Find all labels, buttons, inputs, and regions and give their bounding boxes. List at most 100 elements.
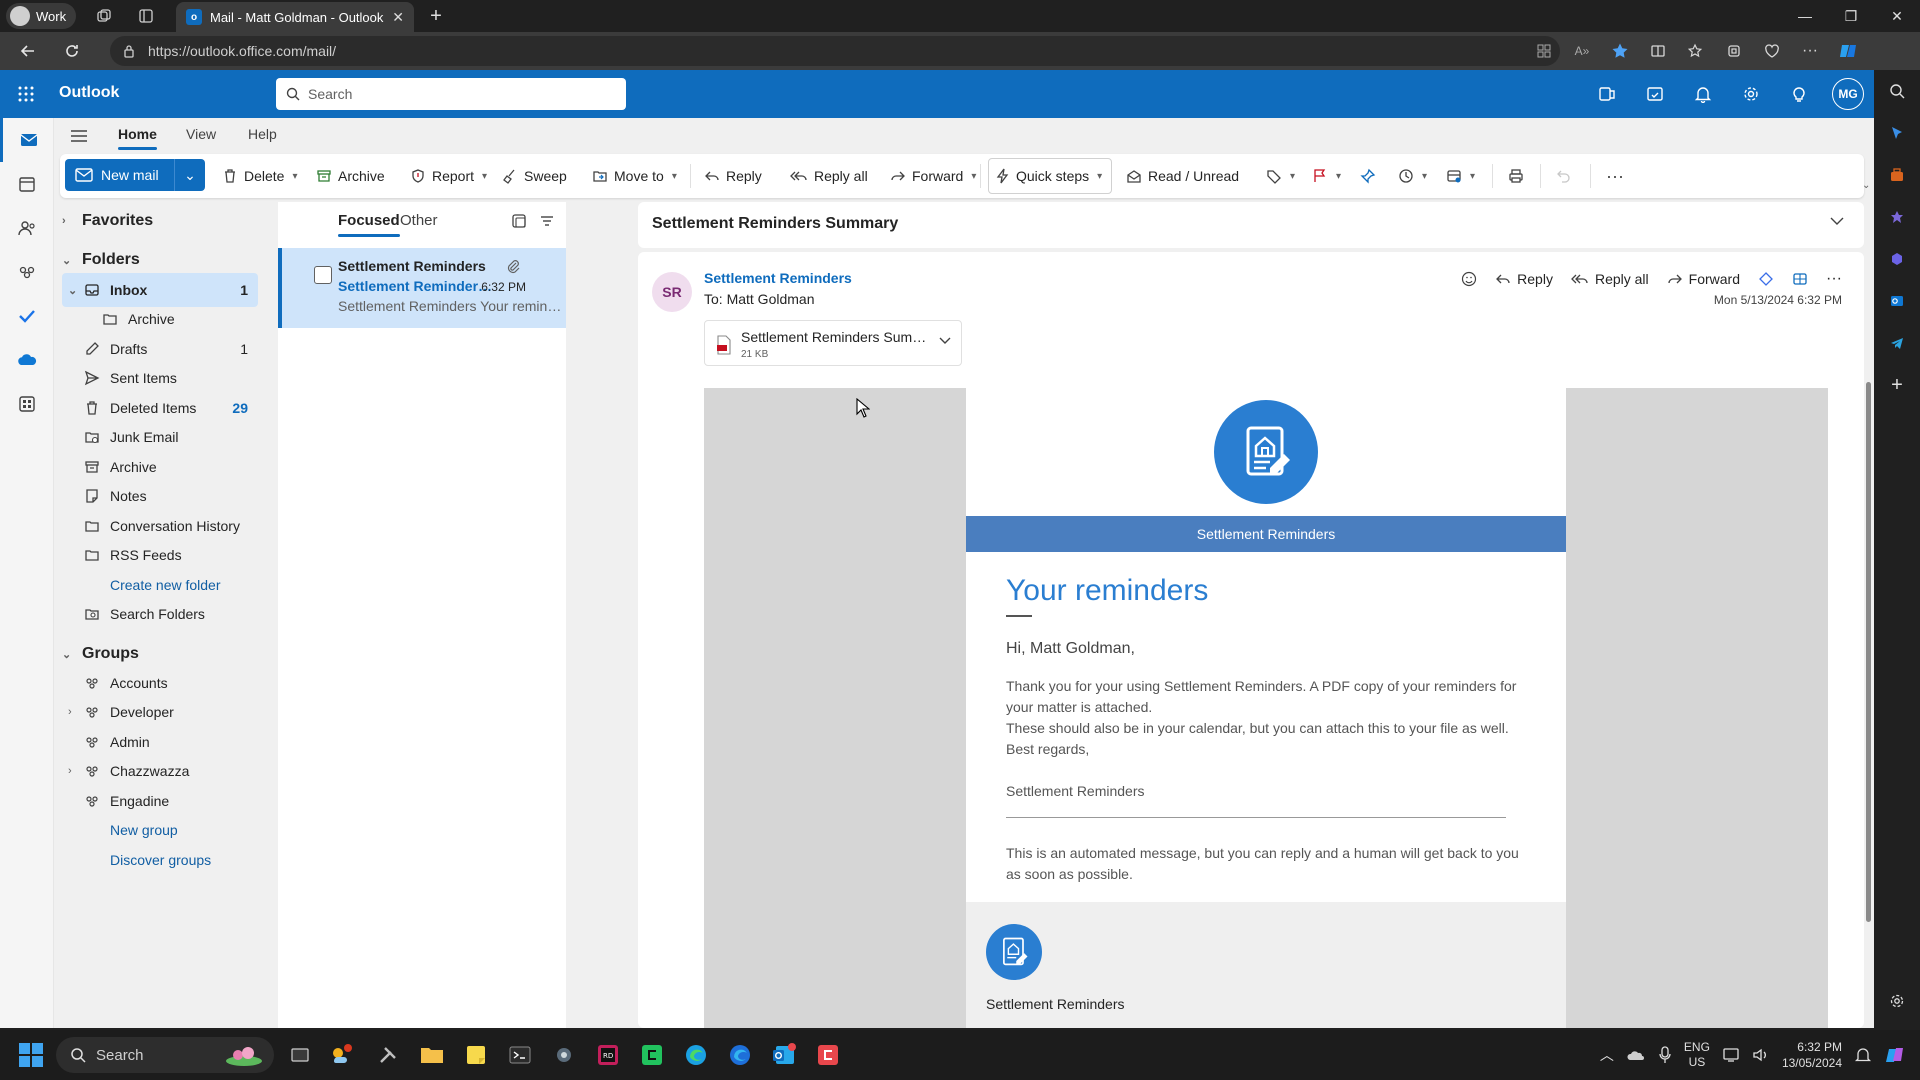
add-sidebar-icon[interactable]: + — [1874, 364, 1920, 406]
filter-icon[interactable] — [538, 212, 556, 230]
snooze-button[interactable]: ▾ — [1398, 161, 1427, 191]
more-actions-icon[interactable]: ··· — [1826, 270, 1842, 288]
mail-rail-icon[interactable] — [0, 118, 54, 162]
groups-header[interactable]: ⌄ Groups — [62, 645, 139, 663]
back-icon[interactable] — [12, 35, 44, 67]
edge-browser-icon[interactable] — [680, 1039, 712, 1071]
chevron-right-icon[interactable]: › — [68, 765, 72, 777]
folder-junk-email[interactable]: Junk Email — [62, 420, 258, 454]
tab-other[interactable]: Other — [400, 212, 438, 229]
more-options-icon[interactable]: ··· — [1606, 161, 1624, 191]
attachment-card[interactable]: Settlement Reminders Summary.pdf 21 KB — [704, 320, 962, 366]
groups-rail-icon[interactable] — [0, 250, 54, 294]
language-indicator[interactable]: ENG US — [1684, 1040, 1710, 1070]
quick-steps-button[interactable]: Quick steps ▾ — [996, 161, 1102, 191]
flag-button[interactable]: ▾ — [1312, 161, 1341, 191]
folders-header[interactable]: ⌄ Folders — [62, 251, 140, 269]
tools-icon[interactable] — [1874, 154, 1920, 196]
outlook-taskbar-icon[interactable] — [768, 1039, 800, 1071]
favorite-star-icon[interactable] — [1606, 37, 1634, 65]
folder-search-folders[interactable]: Search Folders — [62, 597, 258, 631]
chevron-right-icon[interactable]: › — [68, 706, 72, 718]
reply-button[interactable]: Reply — [704, 161, 762, 191]
chevron-down-icon[interactable]: ▾ — [971, 171, 976, 182]
read-aloud-icon[interactable]: A» — [1568, 37, 1596, 65]
app-launcher-icon[interactable] — [14, 82, 38, 106]
forward-button[interactable]: Forward ▾ — [890, 161, 976, 191]
people-rail-icon[interactable] — [0, 206, 54, 250]
tab-view[interactable]: View — [186, 126, 216, 142]
restore-icon[interactable]: ❐ — [1828, 0, 1874, 32]
report-button[interactable]: Report ▾ — [410, 161, 487, 191]
settings-app-icon[interactable] — [548, 1039, 580, 1071]
chevron-down-icon[interactable]: ▾ — [1470, 171, 1475, 182]
discover-groups-link[interactable]: Discover groups — [62, 843, 258, 877]
network-icon[interactable] — [1722, 1047, 1740, 1063]
taskbar-search[interactable]: Search — [56, 1037, 274, 1073]
app-available-icon[interactable] — [1530, 37, 1558, 65]
lightbulb-icon[interactable] — [1782, 78, 1816, 110]
telegram-icon[interactable] — [1874, 322, 1920, 364]
file-explorer-icon[interactable] — [416, 1039, 448, 1071]
message-reply-button[interactable]: Reply — [1495, 271, 1553, 287]
bell-icon[interactable] — [1686, 78, 1720, 110]
edge-work-profile-icon[interactable] — [724, 1039, 756, 1071]
message-checkbox[interactable] — [314, 266, 332, 284]
chevron-down-icon[interactable]: ▾ — [1290, 171, 1295, 182]
terminal-icon[interactable] — [504, 1039, 536, 1071]
ribbon-collapse-icon[interactable]: ⌄ — [1862, 180, 1870, 191]
chevron-down-icon[interactable]: ▾ — [292, 171, 297, 182]
games-icon[interactable] — [1874, 196, 1920, 238]
group-item[interactable]: › Developer — [62, 695, 258, 729]
emoji-react-icon[interactable] — [1461, 271, 1477, 287]
reading-pane-scrollbar[interactable] — [1866, 382, 1871, 922]
sender-name[interactable]: Settlement Reminders — [704, 270, 852, 286]
tab-home[interactable]: Home — [118, 126, 157, 150]
tray-overflow-icon[interactable]: ︿ — [1600, 1045, 1614, 1065]
new-mail-button[interactable]: New mail — [65, 159, 175, 191]
folder-notes[interactable]: Notes — [62, 479, 258, 513]
move-to-button[interactable]: Move to ▾ — [592, 161, 677, 191]
app-icon-red[interactable] — [812, 1039, 844, 1071]
folder-inbox-archive[interactable]: Archive — [62, 302, 258, 336]
sender-avatar[interactable]: SR — [652, 272, 692, 312]
url-field[interactable]: https://outlook.office.com/mail/ — [110, 36, 1560, 66]
tab-help[interactable]: Help — [248, 126, 277, 142]
outlook-sidebar-icon[interactable] — [1874, 280, 1920, 322]
my-day-icon[interactable] — [1638, 78, 1672, 110]
tag-button[interactable]: ▾ — [1266, 161, 1295, 191]
delete-button[interactable]: Delete ▾ — [222, 161, 298, 191]
favorites-icon[interactable] — [1682, 37, 1710, 65]
onedrive-tray-icon[interactable] — [1626, 1047, 1646, 1063]
copilot-taskbar-icon[interactable] — [1884, 1044, 1906, 1066]
group-item[interactable]: › Chazzwazza — [62, 754, 258, 788]
refresh-icon[interactable] — [56, 35, 88, 67]
active-tab[interactable]: o Mail - Matt Goldman - Outlook ✕ — [176, 2, 414, 32]
split-screen-icon[interactable] — [1644, 37, 1672, 65]
workspaces-icon[interactable] — [90, 2, 118, 30]
close-window-icon[interactable]: ✕ — [1874, 0, 1920, 32]
app-name[interactable]: Outlook — [59, 84, 119, 102]
message-reply-all-button[interactable]: Reply all — [1571, 271, 1649, 287]
sidebar-settings-icon[interactable] — [1874, 980, 1920, 1022]
print-button[interactable] — [1508, 161, 1524, 191]
more-icon[interactable]: ··· — [1796, 37, 1824, 65]
app-icon-green[interactable] — [636, 1039, 668, 1071]
more-apps-rail-icon[interactable] — [0, 382, 54, 426]
search-box[interactable]: Search — [276, 78, 626, 110]
account-avatar[interactable]: MG — [1832, 78, 1864, 110]
message-list-item[interactable]: Settlement Reminders Settlement Reminder… — [278, 248, 568, 328]
chevron-down-icon[interactable]: ▾ — [1422, 171, 1427, 182]
windows-start-icon[interactable] — [18, 1042, 44, 1068]
sticky-notes-icon[interactable] — [460, 1039, 492, 1071]
archive-button[interactable]: Archive — [316, 161, 385, 191]
tab-focused[interactable]: Focused — [338, 212, 400, 237]
todo-rail-icon[interactable] — [0, 294, 54, 338]
browser-essentials-icon[interactable] — [1758, 37, 1786, 65]
collapse-chevron-icon[interactable] — [1830, 216, 1844, 226]
chevron-down-icon[interactable]: ▾ — [1097, 171, 1102, 182]
microsoft-365-icon[interactable] — [1874, 238, 1920, 280]
search-sidebar-icon[interactable] — [1874, 70, 1920, 112]
undo-button[interactable] — [1556, 161, 1572, 191]
new-tab-button[interactable]: + — [424, 4, 448, 28]
